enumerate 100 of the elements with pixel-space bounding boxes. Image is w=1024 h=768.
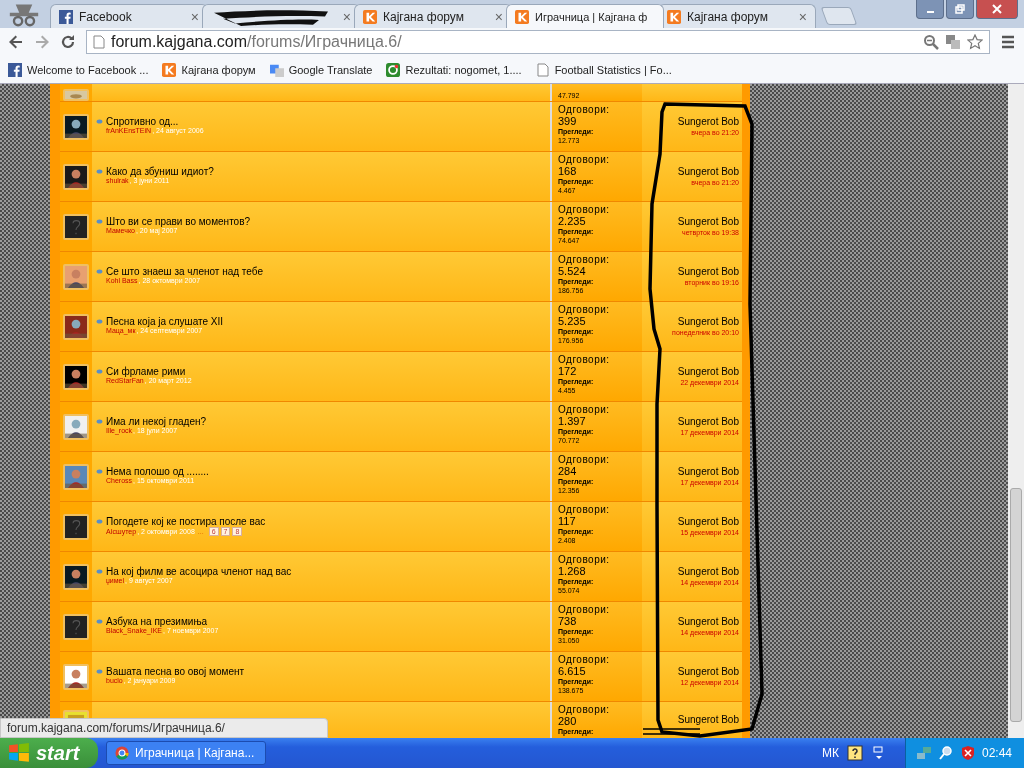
restore-icon	[955, 4, 965, 14]
clock: 02:44	[981, 746, 1012, 760]
bullet-icon	[96, 519, 103, 524]
bullet-icon	[96, 569, 103, 574]
replies-count: 117	[558, 515, 576, 528]
bullet-icon	[96, 419, 103, 424]
scrollbar[interactable]	[1008, 84, 1024, 738]
replies-label: Одговори:	[558, 405, 611, 416]
last-poster[interactable]: Sungerot Bob	[677, 566, 739, 577]
close-icon	[992, 4, 1002, 14]
thread-title[interactable]: Спротивно од...	[106, 116, 179, 127]
last-poster[interactable]: Sungerot Bob	[677, 666, 739, 677]
last-poster[interactable]: Sungerot Bob	[677, 714, 739, 725]
replies-label: Одговори:	[558, 655, 611, 666]
last-poster[interactable]: Sungerot Bob	[677, 616, 739, 627]
reload-icon[interactable]	[60, 34, 76, 50]
replies-label: Одговори:	[558, 155, 611, 166]
restore-button[interactable]	[946, 0, 974, 19]
replies-count: 2.235	[558, 215, 586, 228]
help-icon[interactable]	[846, 745, 863, 761]
back-icon[interactable]	[8, 34, 24, 50]
scrollbar-thumb[interactable]	[1010, 488, 1022, 722]
replies-count: 6.615	[558, 665, 586, 678]
bullet-icon	[96, 669, 103, 674]
page-icon	[535, 62, 550, 77]
default-avatar-icon	[63, 513, 89, 540]
last-poster[interactable]: Sungerot Bob	[677, 466, 739, 477]
replies-count: 1.397	[558, 415, 586, 428]
replies-count: 738	[558, 615, 577, 628]
menu-icon[interactable]	[1000, 34, 1016, 50]
last-poster[interactable]: Sungerot Bob	[677, 316, 739, 327]
replies-count: 280	[558, 715, 577, 728]
bullet-icon	[96, 319, 103, 324]
close-icon[interactable]: ×	[494, 8, 503, 25]
replies-count: 168	[558, 165, 577, 178]
thread-title[interactable]: Има ли некој гладен?	[106, 416, 207, 427]
last-poster[interactable]: Sungerot Bob	[677, 216, 739, 227]
replies-label: Одговори:	[558, 505, 611, 516]
translate-icon	[269, 62, 284, 77]
last-poster[interactable]: Sungerot Bob	[677, 166, 739, 177]
facebook-icon	[59, 9, 73, 24]
last-poster[interactable]: Sungerot Bob	[677, 266, 739, 277]
bullet-icon	[96, 619, 103, 624]
last-poster[interactable]: Sungerot Bob	[677, 366, 739, 377]
thread-title[interactable]: Си фрламе рими	[106, 366, 186, 377]
language-indicator[interactable]: МК	[821, 746, 839, 760]
kajgana-icon	[162, 62, 177, 77]
kajgana-icon	[667, 9, 681, 24]
zoom-icon[interactable]	[923, 34, 939, 50]
default-avatar-icon	[63, 213, 89, 240]
bookmark-item[interactable]: Welcome to Facebook ...	[8, 62, 149, 77]
bookmark-item[interactable]: Google Translate	[269, 62, 373, 77]
star-icon[interactable]	[967, 34, 983, 50]
shield-icon[interactable]	[959, 745, 976, 761]
thread-title[interactable]: Азбука на презимиња	[106, 616, 208, 627]
bookmark-item[interactable]: Football Statistics | Fo...	[535, 62, 672, 77]
minimize-button[interactable]	[916, 0, 944, 19]
windows-logo-icon	[8, 742, 30, 764]
bookmark-item[interactable]: Кајгана форум	[162, 62, 256, 77]
close-button[interactable]	[976, 0, 1018, 19]
close-icon[interactable]: ×	[190, 8, 199, 25]
address-bar[interactable]: forum.kajgana.com/forums/Играчница.6/	[86, 30, 990, 54]
last-poster[interactable]: Sungerot Bob	[677, 416, 739, 427]
refresh-icon	[386, 62, 401, 77]
taskbar-button[interactable]: Играчница | Кајгана...	[106, 741, 266, 765]
chrome-icon	[115, 746, 129, 760]
translate-icon[interactable]	[945, 34, 961, 50]
facebook-icon	[8, 62, 22, 77]
replies-count: 284	[558, 465, 577, 478]
thread-title[interactable]: На кој филм ве асоцира членот над вас	[106, 566, 292, 577]
bookmark-item[interactable]: Rezultati: nogomet, 1....	[386, 62, 522, 77]
replies-label: Одговори:	[558, 705, 611, 716]
replies-count: 5.524	[558, 265, 586, 278]
replies-label: Одговори:	[558, 355, 611, 366]
replies-count: 1.268	[558, 565, 586, 578]
browser-tab[interactable]: Играчница | Кајгана ф	[506, 4, 664, 28]
minimize-icon	[926, 11, 934, 13]
thread-title[interactable]: Песна која ја слушате XII	[106, 316, 224, 327]
close-icon[interactable]: ×	[342, 8, 351, 25]
last-poster[interactable]: Sungerot Bob	[677, 116, 739, 127]
replies-label: Одговори:	[558, 205, 611, 216]
replies-label: Одговори:	[558, 105, 611, 116]
last-poster[interactable]: Sungerot Bob	[677, 516, 739, 527]
bullet-icon	[96, 469, 103, 474]
bullet-icon	[96, 169, 103, 174]
search-icon[interactable]	[937, 745, 954, 761]
thread-title[interactable]: Се што знаеш за членот над тебе	[106, 266, 263, 277]
replies-label: Одговори:	[558, 305, 611, 316]
replies-count: 5.235	[558, 315, 586, 328]
thread-title[interactable]: Што ви се прави во моментов?	[106, 216, 251, 227]
thread-title[interactable]: Нема полошо од ........	[106, 466, 209, 477]
close-icon[interactable]: ×	[798, 8, 807, 25]
replies-count: 172	[558, 365, 577, 378]
thread-title[interactable]: Вашата песна во овој момент	[106, 666, 245, 677]
kajgana-icon	[515, 9, 529, 24]
thread-title[interactable]: Како да збуниш идиот?	[106, 166, 214, 177]
replies-label: Одговори:	[558, 255, 611, 266]
replies-label: Одговори:	[558, 455, 611, 466]
thread-title[interactable]: Погодете кој ке постира после вас	[106, 516, 266, 527]
page-icon	[93, 35, 105, 49]
